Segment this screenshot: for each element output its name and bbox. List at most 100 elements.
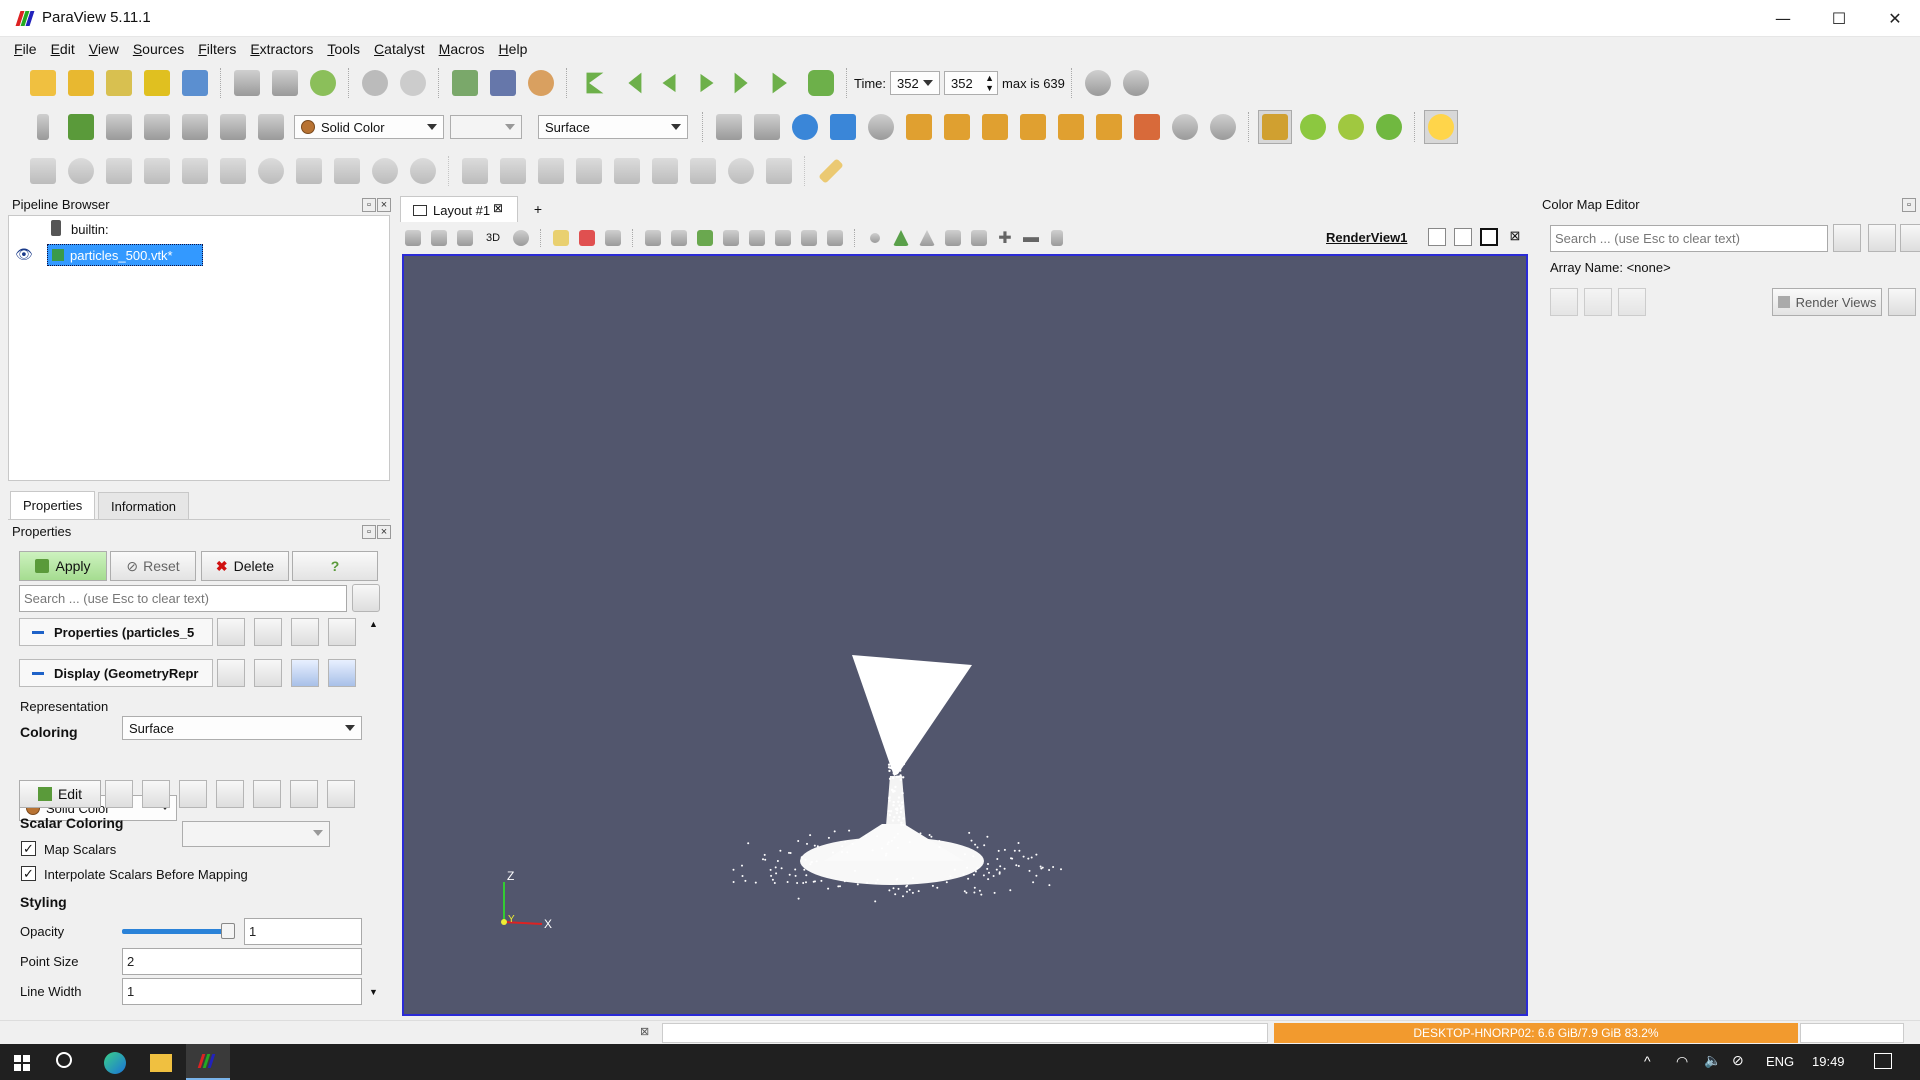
component-select[interactable] [450, 115, 522, 139]
scatter-plot-button[interactable] [686, 154, 720, 188]
find-data-button[interactable] [968, 227, 990, 249]
last-frame-button[interactable] [766, 66, 800, 100]
refresh-icon[interactable] [1550, 288, 1578, 316]
select-blocks-button[interactable] [694, 227, 716, 249]
menu-file[interactable]: File [14, 41, 37, 57]
chevron-up-icon[interactable]: ^ [1644, 1053, 1651, 1069]
pick-center-button[interactable] [1372, 110, 1406, 144]
stream-tracer-button[interactable] [292, 154, 326, 188]
zoom-closest-data-button[interactable] [826, 110, 860, 144]
rotate-plus-90-button[interactable] [1168, 110, 1202, 144]
apply-button[interactable]: Apply [19, 551, 107, 581]
tab-properties[interactable]: Properties [10, 491, 96, 519]
zoom-view-button[interactable] [510, 227, 532, 249]
shrink-selection-button[interactable] [824, 227, 846, 249]
previous-frame-button[interactable] [614, 66, 648, 100]
wifi-icon[interactable]: ◠ [1676, 1053, 1688, 1070]
open-file-button[interactable] [26, 66, 60, 100]
choose-preset-icon[interactable] [105, 780, 133, 808]
clear-selection-button[interactable] [1046, 227, 1068, 249]
subtract-selection-button[interactable]: ▬ [1020, 227, 1042, 249]
save-data-button[interactable] [102, 66, 136, 100]
toggle-color-legend-button[interactable] [26, 110, 60, 144]
properties-group-header[interactable]: Properties (particles_5 [19, 618, 213, 646]
grow-selection-button[interactable] [798, 227, 820, 249]
rescale-visible-button[interactable] [216, 110, 250, 144]
find-data-button[interactable] [448, 66, 482, 100]
reset-range-button[interactable] [102, 110, 136, 144]
add-layout-button[interactable]: + [522, 196, 554, 222]
line-width-input[interactable]: 1 [122, 978, 362, 1005]
select-frustum-button[interactable] [642, 227, 664, 249]
plot-over-line-button[interactable] [458, 154, 492, 188]
save-icon[interactable] [328, 618, 356, 646]
map-scalars-checkbox[interactable]: ✓ [21, 841, 36, 856]
extract-level-button[interactable] [406, 154, 440, 188]
representation-select[interactable]: Surface [538, 115, 688, 139]
plot-time-button[interactable] [648, 154, 682, 188]
zoom-closest-button[interactable] [1119, 66, 1153, 100]
export-icon[interactable] [1618, 288, 1646, 316]
gear-icon[interactable] [1833, 224, 1861, 252]
warp-vector-button[interactable] [330, 154, 364, 188]
redo-button[interactable] [396, 66, 430, 100]
rescale-visible-icon[interactable] [253, 780, 281, 808]
color-legend-icon[interactable] [1868, 224, 1896, 252]
interactive-select-button[interactable] [720, 227, 742, 249]
reset-center-button[interactable] [1334, 110, 1368, 144]
load-state-button[interactable] [64, 66, 98, 100]
opacity-input[interactable]: 1 [244, 918, 362, 945]
point-size-input[interactable]: 2 [122, 948, 362, 975]
reset-camera-closest-button[interactable] [750, 110, 784, 144]
glyph-button[interactable] [254, 154, 288, 188]
tab-information[interactable]: Information [98, 492, 190, 520]
play-button[interactable] [690, 66, 724, 100]
ruler-button[interactable] [814, 154, 848, 188]
select-polygon-button[interactable] [668, 227, 690, 249]
windows-start-icon[interactable] [14, 1055, 30, 1071]
menu-view[interactable]: View [89, 41, 119, 57]
refresh-icon[interactable] [291, 618, 319, 646]
extract-subset-button[interactable] [216, 154, 250, 188]
select-points-on-button[interactable] [576, 227, 598, 249]
view-plus-x-button[interactable] [902, 110, 936, 144]
color-palette-button[interactable] [524, 66, 558, 100]
rescale-temporal-icon[interactable] [216, 780, 244, 808]
threshold-button[interactable] [178, 154, 212, 188]
properties-search-input[interactable]: Search ... (use Esc to clear text) [19, 585, 347, 612]
toggle-center-axes-button[interactable] [1258, 110, 1292, 144]
show-center-button[interactable] [1296, 110, 1330, 144]
volume-icon[interactable]: 🔈 [1704, 1052, 1721, 1069]
reset-button[interactable]: ⊘ Reset [110, 551, 196, 581]
menu-edit[interactable]: Edit [51, 41, 75, 57]
add-selection-button[interactable]: ✚ [994, 227, 1016, 249]
coloring-component-dropdown[interactable] [182, 821, 330, 847]
output-messages[interactable] [662, 1023, 1268, 1043]
rescale-custom-icon[interactable] [179, 780, 207, 808]
select-through-button[interactable] [602, 227, 624, 249]
split-vertical-icon[interactable] [1454, 228, 1472, 246]
view-minus-z-button[interactable] [1092, 110, 1126, 144]
save-icon[interactable] [328, 659, 356, 687]
menu-filters[interactable]: Filters [198, 41, 236, 57]
render-view-name[interactable]: RenderView1 [1326, 230, 1407, 245]
query-selection-button[interactable] [942, 227, 964, 249]
group-datasets-button[interactable] [368, 154, 402, 188]
edge-browser-icon[interactable] [104, 1052, 126, 1074]
menu-macros[interactable]: Macros [439, 41, 485, 57]
rotate-minus-90-button[interactable] [1206, 110, 1240, 144]
plot-selection-button[interactable] [916, 227, 938, 249]
close-view-icon[interactable]: ⊠ [1506, 228, 1524, 246]
color-legend-icon[interactable] [290, 780, 318, 808]
time-select[interactable]: 352 [890, 71, 941, 95]
select-cells-on-button[interactable] [550, 227, 572, 249]
display-group-header[interactable]: Display (GeometryRepr [19, 659, 213, 687]
edit-legend-icon[interactable] [327, 780, 355, 808]
clock[interactable]: 19:49 [1812, 1054, 1845, 1069]
menu-sources[interactable]: Sources [133, 41, 184, 57]
copy-icon[interactable] [217, 659, 245, 687]
next-frame-button[interactable] [728, 66, 762, 100]
properties-scrollbar[interactable]: ▲ ▼ [366, 617, 382, 999]
representation-dropdown[interactable]: Surface [122, 716, 362, 740]
float-panel-icon[interactable]: ▫ [362, 198, 376, 212]
